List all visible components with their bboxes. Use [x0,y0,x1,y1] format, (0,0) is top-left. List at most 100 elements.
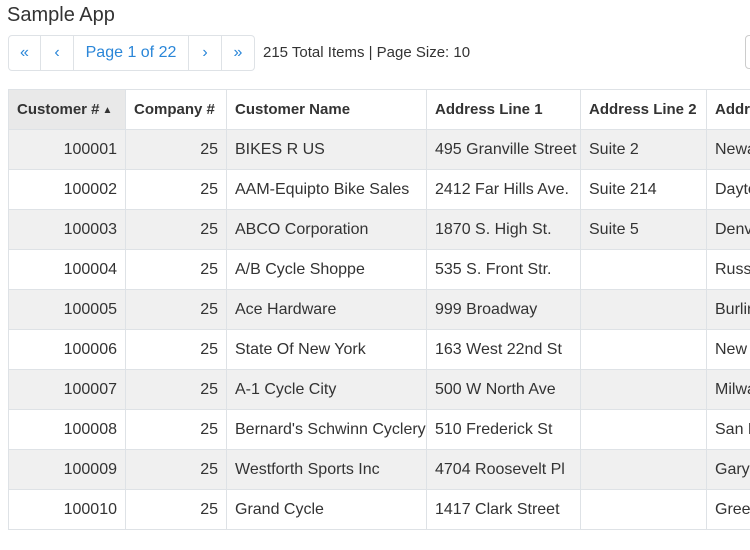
header-row: Customer # ▲ Company # Customer Name Address… [8,89,750,130]
table-cell: 25 [125,369,227,410]
table-cell: Denv [706,209,750,250]
table-cell: Ace Hardware [226,289,427,330]
table-cell: 495 Granville Street [426,129,581,170]
table-cell [580,409,707,450]
toolbar-control[interactable] [745,35,750,69]
table-cell: Suite 5 [580,209,707,250]
table-row[interactable]: 100002 25 AAM-Equipto Bike Sales 2412 Far H… [8,169,750,210]
column-header-address[interactable]: Address [706,89,750,130]
column-header-label: Address [715,101,750,118]
table-cell: 100002 [8,169,126,210]
table-row[interactable]: 100001 25 BIKES R US 495 Granville Street Su… [8,129,750,170]
table-cell: Greer [706,489,750,530]
table-cell: 100003 [8,209,126,250]
table-row[interactable]: 100009 25 Westforth Sports Inc 4704 Rooseve… [8,449,750,490]
table-cell: 100008 [8,409,126,450]
table-cell: BIKES R US [226,129,427,170]
first-page-button[interactable]: « [8,35,41,71]
table-cell: 25 [125,489,227,530]
table-cell [580,369,707,410]
column-header-address-line-1[interactable]: Address Line 1 [426,89,581,130]
table-cell: A-1 Cycle City [226,369,427,410]
table-cell: 25 [125,249,227,290]
table-cell: 4704 Roosevelt Pl [426,449,581,490]
column-header-label: Customer # [17,101,100,118]
table-cell [580,249,707,290]
column-header-customer[interactable]: Customer # ▲ [8,89,126,130]
column-header-customer-name[interactable]: Customer Name [226,89,427,130]
table-cell: State Of New York [226,329,427,370]
table-cell: Newa [706,129,750,170]
table-cell: Milwa [706,369,750,410]
page-indicator[interactable]: Page 1 of 22 [74,35,189,71]
previous-page-button[interactable]: ‹ [41,35,74,71]
table-cell: 25 [125,329,227,370]
table-cell: New [706,329,750,370]
table-cell: Suite 2 [580,129,707,170]
table-cell: Westforth Sports Inc [226,449,427,490]
column-header-label: Customer Name [235,101,351,118]
next-page-button[interactable]: › [189,35,222,71]
table-cell [580,289,707,330]
table-cell: 100005 [8,289,126,330]
table-cell: ABCO Corporation [226,209,427,250]
table-cell [580,449,707,490]
table-cell: 100010 [8,489,126,530]
table-cell: 25 [125,209,227,250]
table-cell: Grand Cycle [226,489,427,530]
pagination: « ‹ Page 1 of 22 › » [8,35,255,71]
table-cell: Burlin [706,289,750,330]
table-row[interactable]: 100010 25 Grand Cycle 1417 Clark Street Gree… [8,489,750,530]
table-cell: 535 S. Front Str. [426,249,581,290]
page-summary: 215 Total Items | Page Size: 10 [263,44,471,61]
table-row[interactable]: 100008 25 Bernard's Schwinn Cyclery 510 Fre… [8,409,750,450]
table-cell: Suite 214 [580,169,707,210]
table-row[interactable]: 100003 25 ABCO Corporation 1870 S. High St.… [8,209,750,250]
table-cell: 25 [125,409,227,450]
sort-ascending-icon: ▲ [102,104,113,116]
column-header-label: Company # [134,101,215,118]
table-cell: 100006 [8,329,126,370]
table-cell: 163 West 22nd St [426,329,581,370]
table-cell: 500 W North Ave [426,369,581,410]
table-row[interactable]: 100006 25 State Of New York 163 West 22nd S… [8,329,750,370]
chevron-left-icon: ‹ [54,44,60,61]
customer-grid: Customer # ▲ Company # Customer Name Address… [8,89,750,530]
table-row[interactable]: 100007 25 A-1 Cycle City 500 W North Ave Mil… [8,369,750,410]
table-cell: 1417 Clark Street [426,489,581,530]
table-cell: San F [706,409,750,450]
table-cell [580,329,707,370]
double-chevron-right-icon: » [233,44,243,61]
chevron-right-icon: › [202,44,208,61]
app-title: Sample App [7,4,115,26]
table-cell: 25 [125,289,227,330]
last-page-button[interactable]: » [222,35,255,71]
table-cell: Dayto [706,169,750,210]
column-header-company[interactable]: Company # [125,89,227,130]
table-cell: Gary [706,449,750,490]
table-body: 100001 25 BIKES R US 495 Granville Street Su… [8,129,750,530]
table-cell: 100007 [8,369,126,410]
table-cell: 1870 S. High St. [426,209,581,250]
table-cell: 999 Broadway [426,289,581,330]
column-header-address-line-2[interactable]: Address Line 2 [580,89,707,130]
table-cell: 100004 [8,249,126,290]
table-cell: 25 [125,449,227,490]
customer-table: Customer # ▲ Company # Customer Name Address… [8,89,750,530]
table-cell: Bernard's Schwinn Cyclery [226,409,427,450]
table-cell: 2412 Far Hills Ave. [426,169,581,210]
table-row[interactable]: 10000525Ace Hardware999 Broadway Burlin [8,289,750,330]
table-cell: Russe [706,249,750,290]
table-row[interactable]: 100004 25 A/B Cycle Shoppe 535 S. Front Str… [8,249,750,290]
column-header-label: Address Line 2 [589,101,697,118]
table-cell: 510 Frederick St [426,409,581,450]
table-cell: 100009 [8,449,126,490]
table-cell: 25 [125,169,227,210]
table-cell: A/B Cycle Shoppe [226,249,427,290]
table-cell: 25 [125,129,227,170]
table-cell [580,489,707,530]
column-header-label: Address Line 1 [435,101,543,118]
table-cell: 100001 [8,129,126,170]
double-chevron-left-icon: « [20,44,29,61]
table-cell: AAM-Equipto Bike Sales [226,169,427,210]
